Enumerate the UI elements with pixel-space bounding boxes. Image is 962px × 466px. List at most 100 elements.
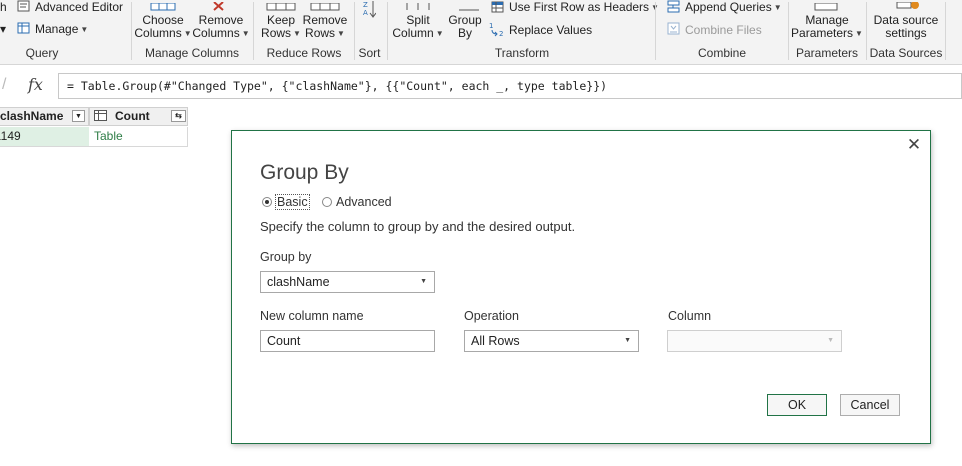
column-header-label: Count [115,109,150,123]
svg-text:A: A [363,9,368,17]
dialog-description: Specify the column to group by and the d… [260,219,576,234]
column-header-count[interactable]: Count ⇆ [89,107,188,126]
data-source-settings-button[interactable]: Data source settings [868,14,944,40]
operation-select[interactable]: All Rows ▼ [464,330,639,352]
split-column-icon [403,0,433,14]
group-label-combine: Combine [697,46,747,60]
group-by-button[interactable]: Group By [446,14,484,40]
advanced-editor-icon [17,0,31,16]
new-column-name-input[interactable]: Count [260,330,435,352]
svg-text:1: 1 [489,22,493,30]
table-cell-clashname[interactable]: a149 [0,127,89,147]
keep-rows-button[interactable]: Keep Rows ▼ [258,14,304,40]
chevron-down-icon: ▼ [624,337,631,344]
cancel-formula-icon[interactable]: / [2,76,6,94]
group-label-transform: Transform [494,46,550,60]
combine-files-button[interactable]: Combine Files [685,24,762,37]
divider [387,2,388,60]
radio-dot [265,200,269,204]
divider [866,2,867,60]
group-label-parameters: Parameters [795,46,859,60]
cell-value: a149 [0,129,21,143]
replace-values-icon: 12 [489,21,507,40]
expand-column-icon[interactable]: ⇆ [171,110,186,122]
use-first-row-headers-button[interactable]: Use First Row as Headers▼ [509,1,659,14]
dialog-title: Group By [260,161,349,184]
column-select[interactable]: ▼ [667,330,842,352]
group-label-query: Query [25,46,59,60]
choose-columns-icon [150,0,176,14]
manage-table-icon [17,22,31,38]
basic-radio-label[interactable]: Basic [275,194,310,210]
combine-files-icon [667,22,681,39]
chevron-down-icon: ▼ [337,29,345,38]
remove-columns-button[interactable]: Remove Columns ▼ [192,14,250,40]
group-by-line2: By [457,26,472,40]
choose-columns-line2: Columns [134,26,182,40]
data-source-settings-icon [896,0,922,14]
manage-button[interactable]: Manage ▼ [35,23,88,36]
manage-label: Manage [35,22,79,36]
manage-parameters-button[interactable]: Manage Parameters ▼ [791,14,863,40]
svg-text:Z: Z [363,1,368,9]
column-header-label: clashName [0,109,64,123]
formula-input[interactable]: = Table.Group(#"Changed Type", {"clashNa… [58,73,962,99]
group-label-manage-columns: Manage Columns [144,46,240,60]
ribbon: h Advanced Editor ▾ Manage ▼ Query Choose… [0,0,962,65]
table-type-icon [94,110,107,127]
chevron-down-icon: ▼ [183,29,192,38]
remove-rows-button[interactable]: Remove Rows ▼ [302,14,348,40]
group-by-icon [458,0,480,14]
remove-rows-line2: Rows [305,26,336,40]
advanced-editor-button[interactable]: Advanced Editor [35,1,123,14]
use-first-row-headers-label: Use First Row as Headers [509,0,650,14]
advanced-radio[interactable] [322,197,332,207]
refresh-fragment-label[interactable]: h [0,1,7,14]
chevron-down-icon: ▼ [855,29,863,38]
chevron-down-icon: ▼ [293,29,301,38]
group-by-select[interactable]: clashName ▼ [260,271,435,293]
operation-value: All Rows [471,334,520,348]
append-queries-icon [667,0,681,17]
append-queries-button[interactable]: Append Queries ▼ [685,1,782,14]
group-by-label: Group by [260,250,312,264]
chevron-down-icon: ▼ [773,3,782,12]
chevron-down-icon: ▼ [420,278,427,285]
sort-za-icon[interactable]: ZA [362,0,377,21]
group-by-value: clashName [267,275,330,289]
column-header-clashname[interactable]: clashName ▼ [0,107,89,126]
cancel-button[interactable]: Cancel [840,394,900,416]
basic-radio[interactable] [262,197,272,207]
choose-columns-button[interactable]: Choose Columns ▼ [134,14,192,40]
svg-text:2: 2 [499,30,503,37]
remove-rows-icon [310,0,340,14]
split-column-line2: Column [392,26,434,40]
operation-label: Operation [464,309,519,323]
chevron-down-icon: ▼ [435,29,444,38]
divider [655,2,656,60]
use-first-row-headers-icon [491,1,505,17]
ok-button[interactable]: OK [767,394,827,416]
data-source-settings-line2: settings [885,26,927,40]
group-by-dialog: ✕ Group By Basic Advanced Specify the co… [231,130,931,444]
table-cell-count[interactable]: Table [89,127,188,147]
close-icon[interactable]: ✕ [906,136,922,153]
chevron-down-icon: ▼ [827,337,834,344]
chevron-fragment-icon: ▾ [0,22,7,36]
divider [131,2,132,60]
column-label: Column [668,309,712,323]
remove-columns-icon [211,0,231,14]
filter-dropdown-icon[interactable]: ▼ [72,110,85,122]
cell-value-table-link[interactable]: Table [94,127,123,146]
divider [788,2,789,60]
append-queries-label: Append Queries [685,0,772,14]
split-column-button[interactable]: Split Column ▼ [392,14,444,40]
advanced-radio-label[interactable]: Advanced [336,195,392,209]
chevron-down-icon: ▼ [80,25,89,34]
manage-parameters-line2: Parameters [791,26,854,40]
replace-values-button[interactable]: Replace Values [509,24,592,37]
fx-icon[interactable]: fx [28,75,43,94]
group-label-data-sources: Data Sources [869,46,943,60]
new-column-name-label: New column name [260,309,364,323]
group-label-sort: Sort [358,46,381,60]
